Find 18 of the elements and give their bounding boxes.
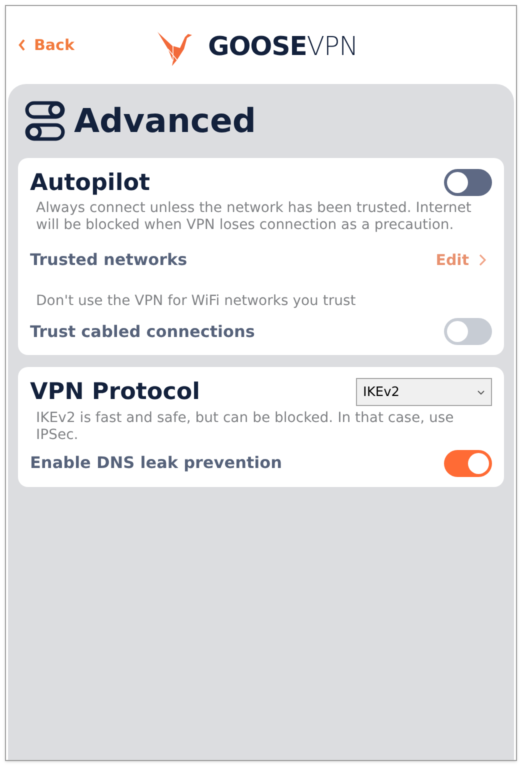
chevron-left-icon [18, 39, 26, 51]
section-title: Autopilot [30, 168, 150, 198]
row-label: Enable DNS leak prevention [30, 452, 282, 474]
chevron-down-icon [477, 390, 485, 395]
section-description: Always connect unless the network has been trusted. Internet will be blocked when VPN loses connection as a precaution. [36, 200, 472, 234]
back-link[interactable]: Back [18, 34, 74, 56]
toggle-switch[interactable] [444, 169, 492, 196]
row-note: Don't use the VPN for WiFi networks you trust [36, 293, 356, 309]
crane-logo-icon [156, 28, 194, 66]
section-title: VPN Protocol [30, 378, 200, 407]
protocol-dropdown[interactable]: IKEv2 [356, 378, 492, 406]
row-label: Trust cabled connections [30, 320, 255, 342]
chevron-right-icon [479, 254, 486, 266]
section-description: IKEv2 is fast and safe, but can be blocked. In that case, use IPSec. [36, 410, 455, 444]
page-title: Advanced [74, 100, 256, 142]
logo-text: GOOSEVPN [208, 31, 358, 64]
row-label: Trusted networks [30, 249, 188, 271]
toggle-switch[interactable] [444, 450, 492, 476]
